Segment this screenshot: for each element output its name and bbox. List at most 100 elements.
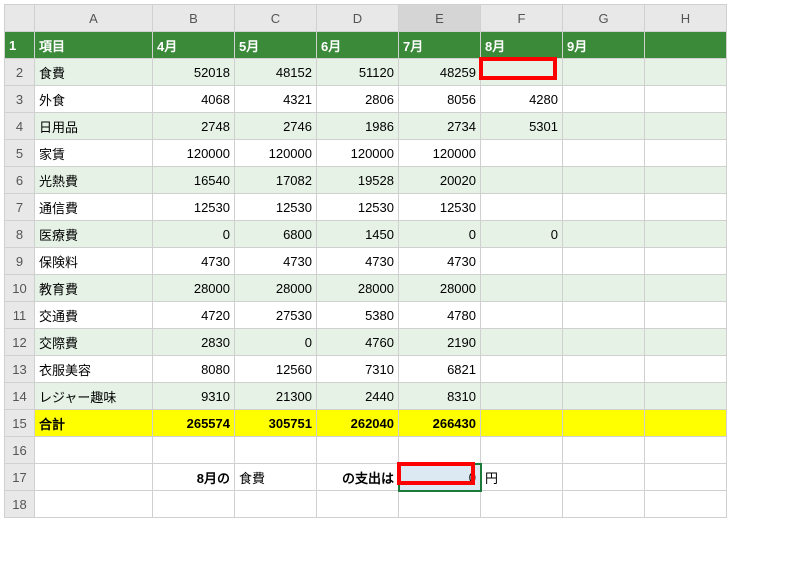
cell-D2[interactable]: 51120	[317, 59, 399, 86]
cell-F6[interactable]	[481, 167, 563, 194]
cell-A2[interactable]: 食費	[35, 59, 153, 86]
cell-G2[interactable]	[563, 59, 645, 86]
cell-G8[interactable]	[563, 221, 645, 248]
cell-A6[interactable]: 光熱費	[35, 167, 153, 194]
cell-C8[interactable]: 6800	[235, 221, 317, 248]
cell-A5[interactable]: 家賃	[35, 140, 153, 167]
total-cell-D[interactable]: 262040	[317, 410, 399, 437]
col-header-D[interactable]: D	[317, 5, 399, 32]
cell-G9[interactable]	[563, 248, 645, 275]
row-header-14[interactable]: 14	[5, 383, 35, 410]
cell-E14[interactable]: 8310	[399, 383, 481, 410]
cell-C2[interactable]: 48152	[235, 59, 317, 86]
col-header-H[interactable]: H	[645, 5, 727, 32]
header-cell-H[interactable]	[645, 32, 727, 59]
row-header-8[interactable]: 8	[5, 221, 35, 248]
cell-H8[interactable]	[645, 221, 727, 248]
cell-G5[interactable]	[563, 140, 645, 167]
row-header-2[interactable]: 2	[5, 59, 35, 86]
header-cell-D[interactable]: 6月	[317, 32, 399, 59]
cell-D18[interactable]	[317, 491, 399, 518]
col-header-G[interactable]: G	[563, 5, 645, 32]
cell-C18[interactable]	[235, 491, 317, 518]
total-cell-E[interactable]: 266430	[399, 410, 481, 437]
row-header-4[interactable]: 4	[5, 113, 35, 140]
cell-A18[interactable]	[35, 491, 153, 518]
cell-E4[interactable]: 2734	[399, 113, 481, 140]
cell-B8[interactable]: 0	[153, 221, 235, 248]
cell-B16[interactable]	[153, 437, 235, 464]
cell-C9[interactable]: 4730	[235, 248, 317, 275]
header-cell-G[interactable]: 9月	[563, 32, 645, 59]
cell-E6[interactable]: 20020	[399, 167, 481, 194]
cell-H2[interactable]	[645, 59, 727, 86]
cell-C3[interactable]: 4321	[235, 86, 317, 113]
cell-H11[interactable]	[645, 302, 727, 329]
row-header-7[interactable]: 7	[5, 194, 35, 221]
cell-G10[interactable]	[563, 275, 645, 302]
cell-A10[interactable]: 教育費	[35, 275, 153, 302]
spreadsheet-grid[interactable]: ABCDEFGH1項目4月5月6月7月8月9月2食費52018481525112…	[4, 4, 727, 518]
cell-G17[interactable]	[563, 464, 645, 491]
cell-B14[interactable]: 9310	[153, 383, 235, 410]
row-header-16[interactable]: 16	[5, 437, 35, 464]
cell-F4[interactable]: 5301	[481, 113, 563, 140]
cell-C16[interactable]	[235, 437, 317, 464]
total-cell-C[interactable]: 305751	[235, 410, 317, 437]
cell-D6[interactable]: 19528	[317, 167, 399, 194]
cell-A16[interactable]	[35, 437, 153, 464]
cell-G7[interactable]	[563, 194, 645, 221]
row-header-15[interactable]: 15	[5, 410, 35, 437]
cell-D3[interactable]: 2806	[317, 86, 399, 113]
cell-H14[interactable]	[645, 383, 727, 410]
cell-F12[interactable]	[481, 329, 563, 356]
col-header-E[interactable]: E	[399, 5, 481, 32]
cell-B5[interactable]: 120000	[153, 140, 235, 167]
cell-H6[interactable]	[645, 167, 727, 194]
cell-F10[interactable]	[481, 275, 563, 302]
cell-A11[interactable]: 交通費	[35, 302, 153, 329]
cell-H10[interactable]	[645, 275, 727, 302]
col-header-C[interactable]: C	[235, 5, 317, 32]
header-cell-A[interactable]: 項目	[35, 32, 153, 59]
row-header-6[interactable]: 6	[5, 167, 35, 194]
cell-F13[interactable]	[481, 356, 563, 383]
cell-H5[interactable]	[645, 140, 727, 167]
lookup-result-cell[interactable]: 0	[399, 464, 481, 491]
cell-D14[interactable]: 2440	[317, 383, 399, 410]
cell-F9[interactable]	[481, 248, 563, 275]
cell-B18[interactable]	[153, 491, 235, 518]
cell-F18[interactable]	[481, 491, 563, 518]
cell-B4[interactable]: 2748	[153, 113, 235, 140]
cell-C7[interactable]: 12530	[235, 194, 317, 221]
cell-A17[interactable]	[35, 464, 153, 491]
cell-E2[interactable]: 48259	[399, 59, 481, 86]
cell-G4[interactable]	[563, 113, 645, 140]
row-header-10[interactable]: 10	[5, 275, 35, 302]
cell-G16[interactable]	[563, 437, 645, 464]
cell-C12[interactable]: 0	[235, 329, 317, 356]
cell-C14[interactable]: 21300	[235, 383, 317, 410]
cell-G13[interactable]	[563, 356, 645, 383]
col-header-F[interactable]: F	[481, 5, 563, 32]
row-header-11[interactable]: 11	[5, 302, 35, 329]
cell-G12[interactable]	[563, 329, 645, 356]
total-cell-A[interactable]: 合計	[35, 410, 153, 437]
cell-F2[interactable]	[481, 59, 563, 86]
cell-G14[interactable]	[563, 383, 645, 410]
total-cell-H[interactable]	[645, 410, 727, 437]
cell-C5[interactable]: 120000	[235, 140, 317, 167]
row-header-3[interactable]: 3	[5, 86, 35, 113]
cell-C10[interactable]: 28000	[235, 275, 317, 302]
cell-B9[interactable]: 4730	[153, 248, 235, 275]
cell-A14[interactable]: レジャー趣味	[35, 383, 153, 410]
cell-C6[interactable]: 17082	[235, 167, 317, 194]
cell-H9[interactable]	[645, 248, 727, 275]
cell-H4[interactable]	[645, 113, 727, 140]
cell-F7[interactable]	[481, 194, 563, 221]
col-header-B[interactable]: B	[153, 5, 235, 32]
cell-A9[interactable]: 保険料	[35, 248, 153, 275]
header-cell-B[interactable]: 4月	[153, 32, 235, 59]
cell-D8[interactable]: 1450	[317, 221, 399, 248]
cell-F3[interactable]: 4280	[481, 86, 563, 113]
